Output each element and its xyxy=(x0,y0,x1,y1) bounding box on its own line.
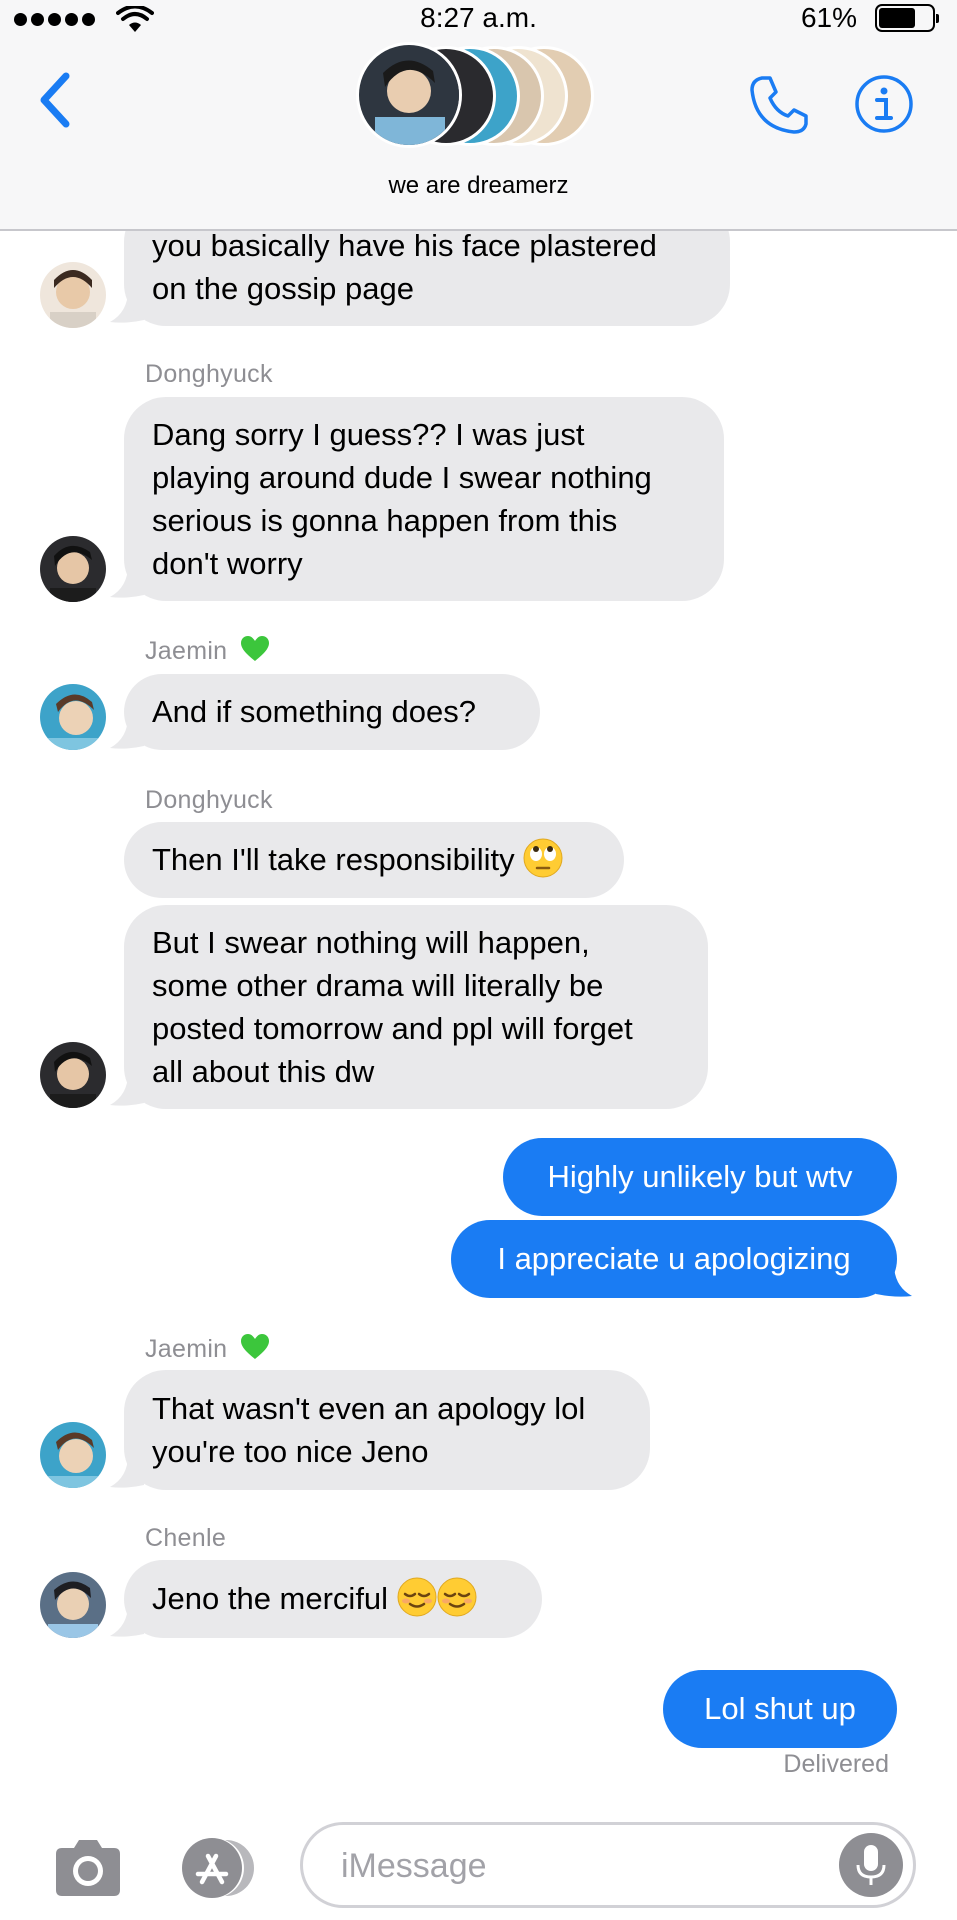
microphone-icon[interactable] xyxy=(839,1833,903,1897)
sender-name: Jaemin xyxy=(145,1334,269,1364)
sender-name: Donghyuck xyxy=(145,360,273,388)
message-bubble[interactable]: Then I'll take responsibility xyxy=(124,822,624,898)
bubble-tail xyxy=(876,1264,912,1297)
message-line: Then I'll take responsibility xyxy=(152,842,515,877)
relieved-face-emoji-icon xyxy=(437,1577,477,1617)
avatar-donghyuck[interactable] xyxy=(40,1042,106,1108)
group-avatar-main xyxy=(356,42,462,148)
message-input[interactable]: iMessage xyxy=(300,1822,916,1908)
message-line: playing around dude I swear nothing xyxy=(152,460,652,495)
sender-name: Chenle xyxy=(145,1524,227,1552)
battery-icon xyxy=(875,4,939,32)
message-line: you're too nice Jeno xyxy=(152,1434,429,1469)
battery-percentage: 61% xyxy=(800,2,857,33)
green-heart-icon xyxy=(240,1334,269,1359)
group-avatars[interactable] xyxy=(356,42,606,152)
message-line: posted tomorrow and ppl will forget xyxy=(152,1011,633,1046)
group-name[interactable]: we are dreamerz xyxy=(0,172,957,200)
info-icon[interactable] xyxy=(854,74,914,134)
message-line: all about this dw xyxy=(152,1054,375,1089)
avatar-sender[interactable] xyxy=(40,262,106,328)
bubble-tail xyxy=(110,1455,144,1488)
message-line: serious is gonna happen from this xyxy=(152,503,618,538)
relieved-face-emoji-icon xyxy=(397,1577,437,1617)
chevron-left-icon[interactable] xyxy=(36,70,76,130)
phone-icon[interactable] xyxy=(748,74,810,136)
message-list[interactable]: you basically have his face plastered on… xyxy=(0,0,957,1920)
camera-icon[interactable] xyxy=(52,1838,124,1898)
message-line: don't worry xyxy=(152,546,303,581)
app-store-icon[interactable] xyxy=(174,1836,266,1900)
green-heart-icon xyxy=(240,636,269,661)
message-bubble[interactable]: And if something does? xyxy=(124,674,540,750)
status-bar: 8:27 a.m. 61% xyxy=(0,0,957,40)
avatar-chenle[interactable] xyxy=(40,1572,106,1638)
message-bubble[interactable]: Dang sorry I guess?? I was just playing … xyxy=(124,397,724,601)
message-bubble[interactable]: That wasn't even an apology lol you're t… xyxy=(124,1370,650,1490)
sender-name: Donghyuck xyxy=(145,786,273,814)
bubble-tail xyxy=(110,1073,144,1106)
bubble-tail xyxy=(110,565,144,598)
bubble-tail xyxy=(110,716,144,749)
bubble-tail xyxy=(110,1604,144,1637)
conversation-header: 8:27 a.m. 61% we are dreamerz xyxy=(0,0,957,231)
delivered-status: Delivered xyxy=(783,1750,889,1778)
message-line: Dang sorry I guess?? I was just xyxy=(152,417,585,452)
message-line: on the gossip page xyxy=(152,271,414,306)
avatar-jaemin[interactable] xyxy=(40,684,106,750)
avatar-donghyuck[interactable] xyxy=(40,536,106,602)
message-line: I appreciate u apologizing xyxy=(497,1241,851,1276)
message-bubble-sent[interactable]: Lol shut up xyxy=(663,1670,897,1748)
compose-bar: iMessage xyxy=(0,1800,957,1920)
message-line: Highly unlikely but wtv xyxy=(547,1159,853,1194)
avatar-jaemin[interactable] xyxy=(40,1422,106,1488)
message-bubble-sent[interactable]: I appreciate u apologizing xyxy=(451,1220,897,1298)
message-line: That wasn't even an apology lol xyxy=(152,1391,586,1426)
eye-roll-emoji-icon xyxy=(523,838,563,878)
message-bubble-sent[interactable]: Highly unlikely but wtv xyxy=(503,1138,897,1216)
message-line: And if something does? xyxy=(152,694,476,729)
message-bubble[interactable]: But I swear nothing will happen, some ot… xyxy=(124,905,708,1109)
sender-name: Jaemin xyxy=(145,636,269,666)
message-input-placeholder: iMessage xyxy=(341,1847,487,1885)
message-line: Lol shut up xyxy=(704,1691,856,1726)
message-line: Jeno the merciful xyxy=(152,1581,389,1616)
message-bubble[interactable]: Jeno the merciful xyxy=(124,1560,542,1638)
message-line: But I swear nothing will happen, xyxy=(152,925,590,960)
message-line: some other drama will literally be xyxy=(152,968,604,1003)
